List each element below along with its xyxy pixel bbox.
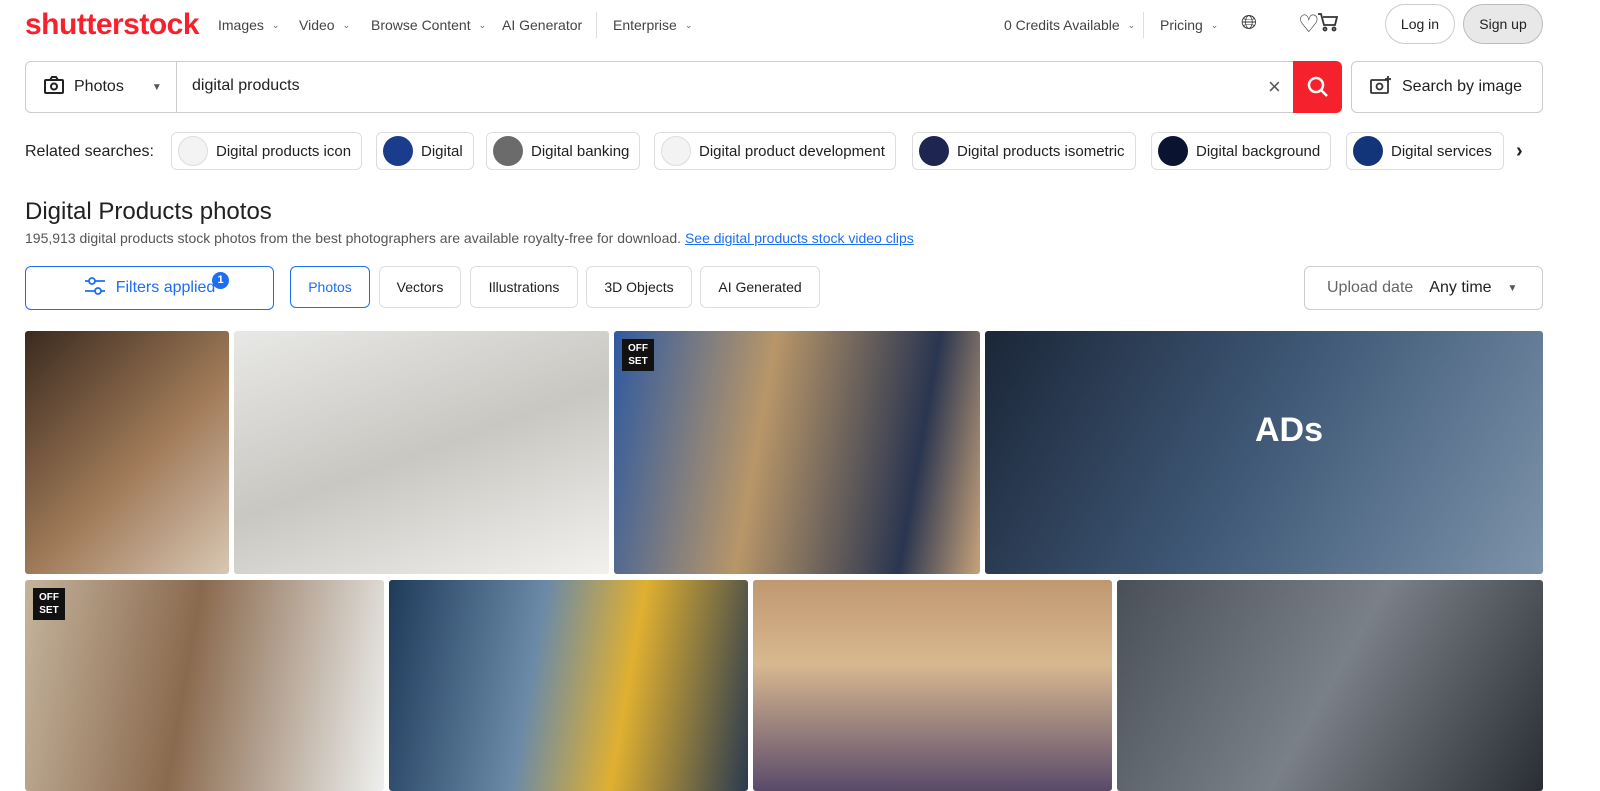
sort-value: Any time bbox=[1429, 279, 1492, 296]
nav-images[interactable]: Images ⌄ bbox=[218, 17, 279, 33]
search-by-image-label: Search by image bbox=[1402, 78, 1523, 95]
nav-video[interactable]: Video ⌄ bbox=[299, 17, 350, 33]
chip-thumbnail bbox=[661, 136, 691, 166]
chip-thumbnail bbox=[1158, 136, 1188, 166]
page-subtitle: 195,913 digital products stock photos fr… bbox=[25, 230, 914, 246]
caret-down-icon: ▼ bbox=[1507, 282, 1518, 294]
chip-label: Digital banking bbox=[531, 142, 630, 160]
offset-badge: OFF SET bbox=[33, 588, 65, 620]
search-input[interactable]: digital products bbox=[192, 77, 300, 95]
divider bbox=[596, 12, 597, 38]
nav-ai-generator[interactable]: AI Generator bbox=[502, 17, 582, 33]
divider bbox=[1143, 12, 1144, 38]
chip-label: Digital bbox=[421, 142, 463, 160]
signup-button[interactable]: Sign up bbox=[1463, 4, 1543, 44]
image-result[interactable] bbox=[25, 331, 229, 574]
type-ai-generated[interactable]: AI Generated bbox=[700, 266, 820, 308]
filters-label: Filters applied bbox=[115, 279, 216, 296]
chevron-down-icon: ⌄ bbox=[478, 19, 487, 30]
nav-label: Images bbox=[218, 17, 264, 33]
results-count-text: 195,913 digital products stock photos fr… bbox=[25, 230, 682, 246]
image-search-icon bbox=[1370, 75, 1392, 100]
type-vectors[interactable]: Vectors bbox=[379, 266, 461, 308]
search-bar: Photos ▼ digital products × bbox=[25, 61, 1342, 113]
chip-label: Digital products icon bbox=[216, 142, 352, 160]
offset-badge: OFF SET bbox=[622, 339, 654, 371]
ads-graphic-text: ADs bbox=[1255, 411, 1324, 449]
page-title: Digital Products photos bbox=[25, 198, 272, 225]
search-icon bbox=[1307, 76, 1328, 97]
camera-icon bbox=[44, 75, 64, 99]
image-result[interactable] bbox=[234, 331, 609, 574]
chip-label: Digital background bbox=[1196, 142, 1321, 160]
image-result[interactable] bbox=[753, 580, 1112, 791]
sort-dropdown[interactable]: Upload date Any time ▼ bbox=[1304, 266, 1543, 310]
related-chip[interactable]: Digital background bbox=[1151, 132, 1332, 170]
related-chip[interactable]: Digital products icon bbox=[171, 132, 363, 170]
shutterstock-logo[interactable]: shutterstock bbox=[25, 8, 200, 42]
chevron-down-icon: ⌄ bbox=[684, 19, 693, 30]
filter-count-badge: 1 bbox=[212, 272, 229, 289]
image-result[interactable]: ADs bbox=[985, 331, 1543, 574]
search-type-label: Photos bbox=[74, 78, 124, 95]
login-button[interactable]: Log in bbox=[1385, 4, 1455, 44]
search-type-select[interactable]: Photos ▼ bbox=[26, 62, 177, 112]
nav-enterprise[interactable]: Enterprise ⌄ bbox=[613, 17, 692, 33]
chevron-down-icon: ⌄ bbox=[342, 19, 351, 30]
chip-label: Digital products isometric bbox=[957, 142, 1125, 160]
related-chip[interactable]: Digital services bbox=[1346, 132, 1504, 170]
related-searches-label: Related searches: bbox=[25, 143, 154, 160]
credits-dropdown[interactable]: 0 Credits Available ⌄ bbox=[1004, 17, 1135, 33]
type-3d-objects[interactable]: 3D Objects bbox=[586, 266, 692, 308]
chip-thumbnail bbox=[919, 136, 949, 166]
related-chip[interactable]: Digital bbox=[376, 132, 474, 170]
nav-browse-content[interactable]: Browse Content ⌄ bbox=[371, 17, 486, 33]
chip-thumbnail bbox=[383, 136, 413, 166]
related-chip[interactable]: Digital products isometric bbox=[912, 132, 1136, 170]
chip-thumbnail bbox=[493, 136, 523, 166]
clear-icon[interactable]: × bbox=[1268, 74, 1281, 100]
related-chip[interactable]: Digital banking bbox=[486, 132, 641, 170]
search-by-image-button[interactable]: Search by image bbox=[1351, 61, 1543, 113]
image-result[interactable] bbox=[1117, 580, 1543, 791]
chip-label: Digital product development bbox=[699, 142, 885, 160]
nav-label: Enterprise bbox=[613, 17, 677, 33]
chevron-down-icon: ⌄ bbox=[271, 19, 280, 30]
caret-down-icon: ▼ bbox=[151, 81, 162, 93]
search-button[interactable] bbox=[1293, 61, 1342, 113]
type-illustrations[interactable]: Illustrations bbox=[470, 266, 578, 308]
sliders-icon bbox=[84, 276, 106, 301]
pricing-dropdown[interactable]: Pricing ⌄ bbox=[1160, 17, 1218, 33]
credits-label: 0 Credits Available bbox=[1004, 17, 1120, 33]
related-chip[interactable]: Digital product development bbox=[654, 132, 896, 170]
type-photos[interactable]: Photos bbox=[290, 266, 370, 308]
chevron-down-icon: ⌄ bbox=[1210, 19, 1219, 30]
filters-button[interactable]: Filters applied bbox=[25, 266, 274, 310]
chip-label: Digital services bbox=[1391, 142, 1492, 160]
image-result[interactable]: OFF SET bbox=[25, 580, 384, 791]
nav-label: Browse Content bbox=[371, 17, 471, 33]
nav-label: AI Generator bbox=[502, 17, 583, 33]
sort-label: Upload date bbox=[1327, 279, 1414, 296]
chip-thumbnail bbox=[1353, 136, 1383, 166]
chevron-right-icon[interactable]: › bbox=[1516, 140, 1523, 163]
globe-icon[interactable]: 🌐︎ bbox=[1241, 12, 1257, 35]
cart-icon[interactable] bbox=[1317, 11, 1339, 32]
pricing-label: Pricing bbox=[1160, 17, 1203, 33]
image-result[interactable] bbox=[389, 580, 748, 791]
chip-thumbnail bbox=[178, 136, 208, 166]
chevron-down-icon: ⌄ bbox=[1127, 19, 1136, 30]
video-clips-link[interactable]: See digital products stock video clips bbox=[685, 230, 914, 246]
nav-label: Video bbox=[299, 17, 335, 33]
image-result[interactable]: OFF SET bbox=[614, 331, 980, 574]
